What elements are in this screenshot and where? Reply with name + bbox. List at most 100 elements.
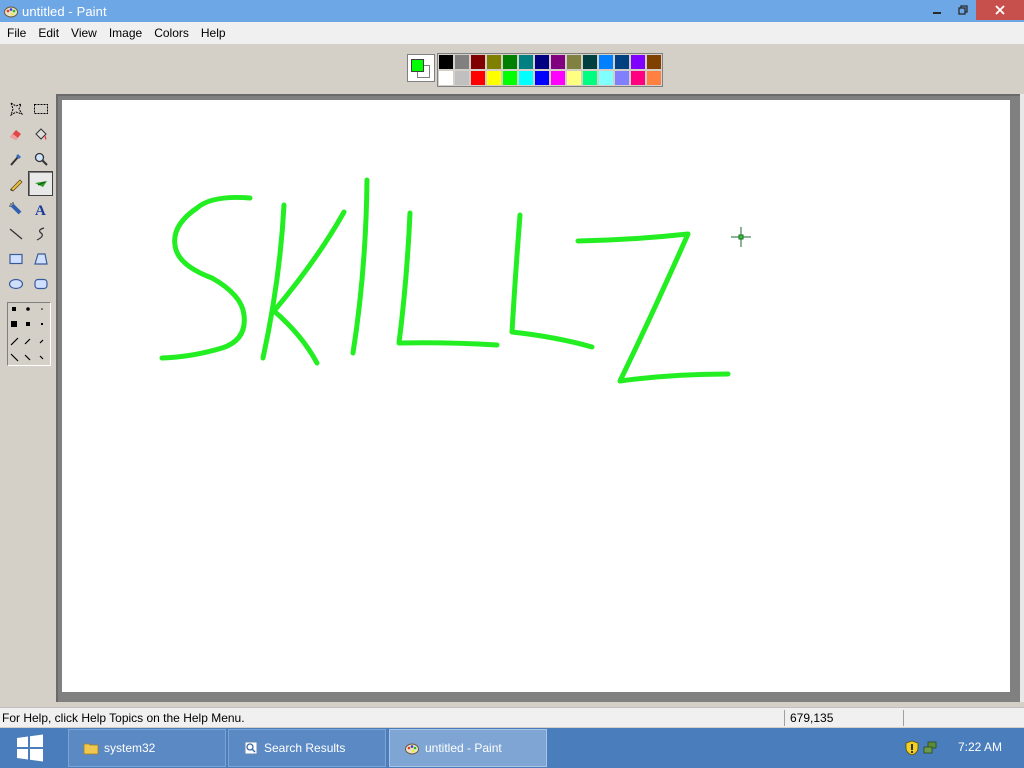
- menu-colors[interactable]: Colors: [148, 22, 195, 44]
- menu-help[interactable]: Help: [195, 22, 232, 44]
- color-swatch[interactable]: [614, 70, 630, 86]
- drawing-canvas[interactable]: [62, 100, 1010, 692]
- menu-file[interactable]: File: [1, 22, 32, 44]
- color-swatch[interactable]: [454, 54, 470, 70]
- tool-line[interactable]: [3, 221, 28, 246]
- taskbar-clock[interactable]: 7:22 AM: [958, 740, 1002, 754]
- brush-icon: [34, 180, 47, 187]
- paint-app-icon: [4, 6, 18, 18]
- start-button[interactable]: [0, 728, 60, 768]
- magnifier-icon: [34, 152, 48, 166]
- tool-polygon[interactable]: [28, 246, 53, 271]
- tool-pencil[interactable]: [3, 171, 28, 196]
- airbrush-icon: [8, 201, 21, 214]
- color-swatch[interactable]: [550, 70, 566, 86]
- windows-logo-icon: [17, 734, 43, 762]
- menu-edit[interactable]: Edit: [32, 22, 65, 44]
- line-icon: [9, 228, 22, 239]
- minimize-button[interactable]: [924, 0, 950, 20]
- ellipse-icon: [8, 278, 23, 289]
- taskbar-button-label: Search Results: [264, 741, 346, 755]
- tool-free-form-select[interactable]: [3, 96, 28, 121]
- rectangle-icon: [8, 253, 23, 264]
- color-swatch[interactable]: [534, 54, 550, 70]
- color-swatch[interactable]: [502, 54, 518, 70]
- color-palette-area: [0, 44, 1024, 94]
- color-swatch[interactable]: [630, 54, 646, 70]
- menu-image[interactable]: Image: [103, 22, 148, 44]
- tool-text[interactable]: A: [28, 196, 53, 221]
- canvas-edge: [1020, 94, 1024, 702]
- color-swatch[interactable]: [486, 70, 502, 86]
- status-separator: [784, 710, 785, 726]
- folder-icon: [83, 743, 99, 755]
- network-icon[interactable]: [922, 740, 938, 756]
- color-swatch[interactable]: [582, 70, 598, 86]
- canvas-area: [56, 94, 1022, 702]
- color-swatch[interactable]: [566, 70, 582, 86]
- eraser-icon: [9, 129, 21, 140]
- title-bar[interactable]: untitled - Paint: [0, 0, 1024, 22]
- security-shield-icon[interactable]: [904, 740, 920, 756]
- color-swatch[interactable]: [646, 54, 662, 70]
- restore-button[interactable]: [950, 0, 976, 20]
- color-swatch[interactable]: [614, 54, 630, 70]
- color-swatch[interactable]: [470, 70, 486, 86]
- text-icon: A: [35, 203, 46, 217]
- toolbox: A: [2, 96, 54, 372]
- taskbar-button-label: system32: [104, 741, 156, 755]
- menu-bar: File Edit View Image Colors Help: [0, 22, 1024, 44]
- close-button[interactable]: [976, 0, 1024, 20]
- color-swatch[interactable]: [550, 54, 566, 70]
- paint-icon: [405, 743, 419, 755]
- polygon-icon: [33, 252, 48, 265]
- color-swatch[interactable]: [438, 70, 454, 86]
- color-swatch[interactable]: [582, 54, 598, 70]
- tool-curve[interactable]: [28, 221, 53, 246]
- color-swatch[interactable]: [646, 70, 662, 86]
- tool-brush[interactable]: [28, 171, 53, 196]
- taskbar: system32 Search Results untitled - Paint…: [0, 728, 1024, 768]
- color-swatch[interactable]: [598, 70, 614, 86]
- tool-rectangle[interactable]: [3, 246, 28, 271]
- color-swatch[interactable]: [470, 54, 486, 70]
- color-swatch[interactable]: [630, 70, 646, 86]
- window-title: untitled - Paint: [22, 3, 107, 19]
- color-swatch[interactable]: [566, 54, 582, 70]
- svg-text:A: A: [35, 203, 46, 217]
- foreground-color-swatch[interactable]: [411, 59, 424, 72]
- color-swatch[interactable]: [534, 70, 550, 86]
- color-swatch[interactable]: [438, 54, 454, 70]
- tool-rounded-rectangle[interactable]: [28, 271, 53, 296]
- close-icon: [995, 5, 1005, 15]
- taskbar-button-system32[interactable]: system32: [68, 729, 226, 767]
- tool-select[interactable]: [28, 96, 53, 121]
- brush-shape-options[interactable]: [7, 302, 51, 366]
- status-separator: [903, 710, 904, 726]
- color-swatch[interactable]: [502, 70, 518, 86]
- paint-window: untitled - Paint File Edit View Image Co…: [0, 0, 1024, 768]
- color-swatch[interactable]: [486, 54, 502, 70]
- rounded-rectangle-icon: [33, 278, 48, 289]
- pencil-icon: [9, 178, 23, 192]
- free-form-select-icon: [9, 101, 23, 116]
- color-swatch[interactable]: [518, 70, 534, 86]
- minimize-icon: [933, 12, 941, 14]
- color-swatch[interactable]: [598, 54, 614, 70]
- pick-color-icon: [9, 153, 21, 166]
- tool-fill[interactable]: [28, 121, 53, 146]
- skillz-drawing: [159, 177, 751, 384]
- color-swatch[interactable]: [518, 54, 534, 70]
- menu-view[interactable]: View: [65, 22, 103, 44]
- color-swatch[interactable]: [454, 70, 470, 86]
- tool-airbrush[interactable]: [3, 196, 28, 221]
- taskbar-button-paint[interactable]: untitled - Paint: [389, 729, 547, 767]
- current-colors-box[interactable]: [407, 54, 435, 82]
- tool-ellipse[interactable]: [3, 271, 28, 296]
- tool-pick-color[interactable]: [3, 146, 28, 171]
- tool-eraser[interactable]: [3, 121, 28, 146]
- tool-magnifier[interactable]: [28, 146, 53, 171]
- select-icon: [33, 103, 48, 114]
- cursor-coordinates: 679,135: [790, 711, 834, 725]
- taskbar-button-search-results[interactable]: Search Results: [228, 729, 386, 767]
